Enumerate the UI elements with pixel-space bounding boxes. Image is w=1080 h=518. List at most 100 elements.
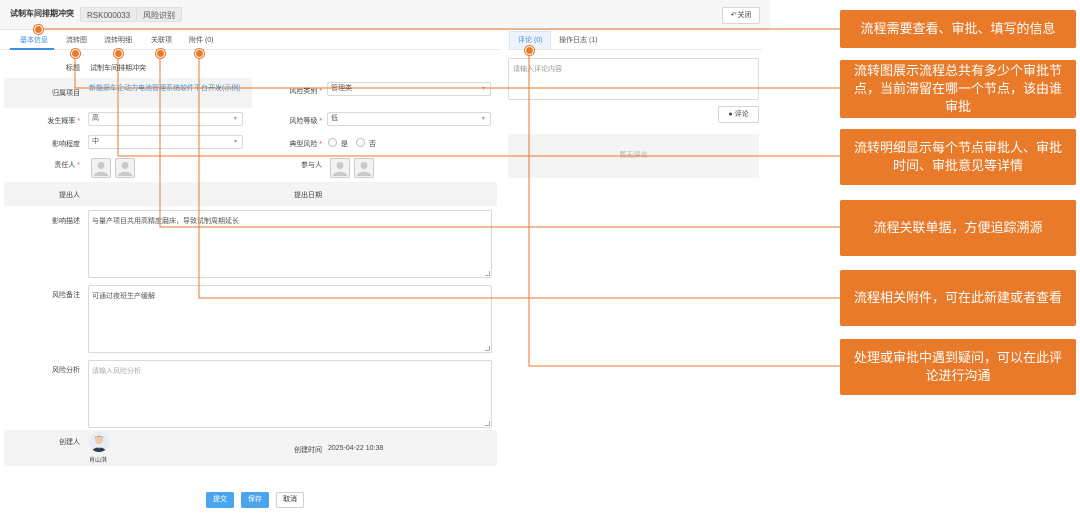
tab-attachments[interactable]: 附件 (0): [189, 35, 214, 45]
typical-no-label: 否: [369, 141, 376, 148]
callout-marker-6: [525, 46, 534, 55]
remark-label: 风险备注: [52, 292, 80, 299]
remark-value: 可通过夜班生产缓解: [92, 293, 155, 300]
analysis-textarea[interactable]: 请输入风险分析: [88, 360, 492, 428]
typical-risk-label: 典型风险: [289, 141, 318, 148]
callout-comments: 处理或审批中遇到疑问，可以在此评论进行沟通: [840, 339, 1076, 395]
risk-category-select[interactable]: 管理类 ▾: [327, 82, 491, 96]
typical-no-radio[interactable]: [356, 138, 365, 147]
title-label: 标题: [66, 65, 80, 72]
tab-flow-detail[interactable]: 流转明细: [104, 35, 132, 45]
callout-attachments: 流程相关附件，可在此新建或者查看: [840, 270, 1076, 326]
callout-marker-2: [71, 49, 80, 58]
user-placeholder-icon: [94, 162, 108, 176]
owner-add-user-button[interactable]: [91, 158, 111, 178]
required-mark: *: [75, 162, 80, 169]
created-time-value: 2025-04-22 10:38: [328, 445, 384, 452]
required-mark: *: [317, 118, 322, 125]
comment-button[interactable]: ● 评论: [718, 106, 759, 123]
impact-value: 中: [92, 138, 99, 145]
tab-comments[interactable]: 评论 (0): [518, 35, 543, 45]
user-avatar-icon: [89, 432, 109, 452]
chevron-down-icon: ▾: [233, 139, 237, 145]
risk-level-select[interactable]: 低 ▾: [327, 112, 491, 126]
tab-operation-log[interactable]: 操作日志 (1): [559, 35, 598, 45]
required-mark: *: [75, 118, 80, 125]
callout-flow-chart: 流转图展示流程总共有多少个审批节点，当前滞留在哪一个节点，该由谁审批: [840, 60, 1076, 118]
code-chip: RSK000033: [80, 7, 138, 22]
tab-related-items[interactable]: 关联项: [151, 35, 172, 45]
creator-label: 创建人: [59, 439, 80, 446]
proposer-label: 提出人: [59, 192, 80, 199]
risk-detail-window: 试制车间排期冲突 RSK000033 风险识别 ↶关闭 基本信息 流转图 流转明…: [0, 0, 770, 518]
callout-related-items: 流程关联单据，方便追踪溯源: [840, 200, 1076, 256]
user-placeholder-icon: [333, 162, 347, 176]
risk-category-label: 风险类别: [289, 88, 318, 95]
impact-desc-textarea[interactable]: 与量产项目共用高精度磨床，导致试制周期延长: [88, 210, 492, 278]
impact-desc-value: 与量产项目共用高精度磨床，导致试制周期延长: [92, 218, 239, 225]
propose-date-label: 提出日期: [294, 192, 322, 199]
risk-level-value: 低: [331, 115, 338, 122]
required-mark: *: [317, 88, 322, 95]
close-label: 关闭: [737, 12, 752, 19]
risk-level-label: 风险等级: [289, 118, 318, 125]
comments-empty-state: 暂无评论: [508, 134, 759, 178]
required-mark: *: [317, 141, 322, 148]
impact-desc-label: 影响描述: [52, 218, 80, 225]
left-tab-bar: 基本信息 流转图 流转明细 关联项 附件 (0): [0, 30, 500, 50]
callout-marker-4: [156, 49, 165, 58]
submit-button[interactable]: 提交: [206, 492, 234, 508]
resize-handle[interactable]: [485, 421, 490, 426]
chevron-down-icon: ▾: [481, 116, 485, 122]
save-button[interactable]: 保存: [241, 492, 269, 508]
header-bar: 试制车间排期冲突 RSK000033 风险识别 ↶关闭: [0, 0, 770, 30]
title-value: 试制车间排期冲突: [90, 65, 146, 72]
close-back-icon: ↶: [730, 12, 737, 19]
chevron-down-icon: ▾: [481, 86, 485, 92]
cancel-button[interactable]: 取消: [276, 492, 304, 508]
analysis-placeholder: 请输入风险分析: [92, 368, 141, 375]
user-placeholder-icon: [357, 162, 371, 176]
analysis-label: 风险分析: [52, 367, 80, 374]
active-tab-indicator: [10, 48, 54, 50]
participant-add-user-button[interactable]: [330, 158, 350, 178]
callout-flow-detail: 流转明细显示每个节点审批人、审批时间、审批意见等详情: [840, 129, 1076, 185]
owner-label: 责任人: [54, 162, 76, 169]
callout-basic-info: 流程需要查看、审批、填写的信息: [840, 10, 1076, 48]
owner-add-user-button-2[interactable]: [115, 158, 135, 178]
type-chip: 风险识别: [136, 7, 182, 22]
comment-button-label: 评论: [734, 111, 749, 118]
avatar: [89, 432, 109, 452]
comment-bubble-icon: ●: [728, 111, 733, 118]
chevron-down-icon: ▾: [233, 116, 237, 122]
callout-marker-3: [114, 49, 123, 58]
creator-name: 肖山淇: [89, 458, 108, 464]
typical-yes-label: 是: [341, 141, 348, 148]
tab-basic-info[interactable]: 基本信息: [20, 35, 48, 45]
callout-marker-1: [34, 25, 43, 34]
participant-add-user-button-2[interactable]: [354, 158, 374, 178]
project-link[interactable]: 新能源车企动力电池管理系统软件平台开发(示例): [89, 84, 251, 93]
impact-select[interactable]: 中 ▾: [88, 135, 243, 149]
tab-flow-chart[interactable]: 流转图: [66, 35, 87, 45]
impact-label: 影响程度: [52, 141, 80, 148]
resize-handle[interactable]: [485, 346, 490, 351]
screenshot-stage: 试制车间排期冲突 RSK000033 风险识别 ↶关闭 基本信息 流转图 流转明…: [0, 0, 1080, 518]
callout-marker-5: [195, 49, 204, 58]
participant-label: 参与人: [301, 162, 322, 169]
user-placeholder-icon: [118, 162, 132, 176]
probability-value: 高: [92, 115, 99, 122]
typical-yes-radio[interactable]: [328, 138, 337, 147]
risk-category-value: 管理类: [331, 85, 352, 92]
page-title: 试制车间排期冲突: [10, 9, 74, 18]
remark-textarea[interactable]: 可通过夜班生产缓解: [88, 285, 492, 353]
resize-handle[interactable]: [485, 271, 490, 276]
project-label: 归属项目: [52, 90, 80, 97]
creator-row-bg: [4, 430, 497, 466]
probability-select[interactable]: 高 ▾: [88, 112, 243, 126]
comment-input[interactable]: 请输入评论内容: [508, 58, 759, 100]
close-button[interactable]: ↶关闭: [722, 7, 760, 24]
probability-label: 发生概率: [47, 118, 76, 125]
right-tab-bar: 评论 (0) 操作日志 (1): [508, 30, 762, 50]
created-time-label: 创建时间: [294, 447, 322, 454]
